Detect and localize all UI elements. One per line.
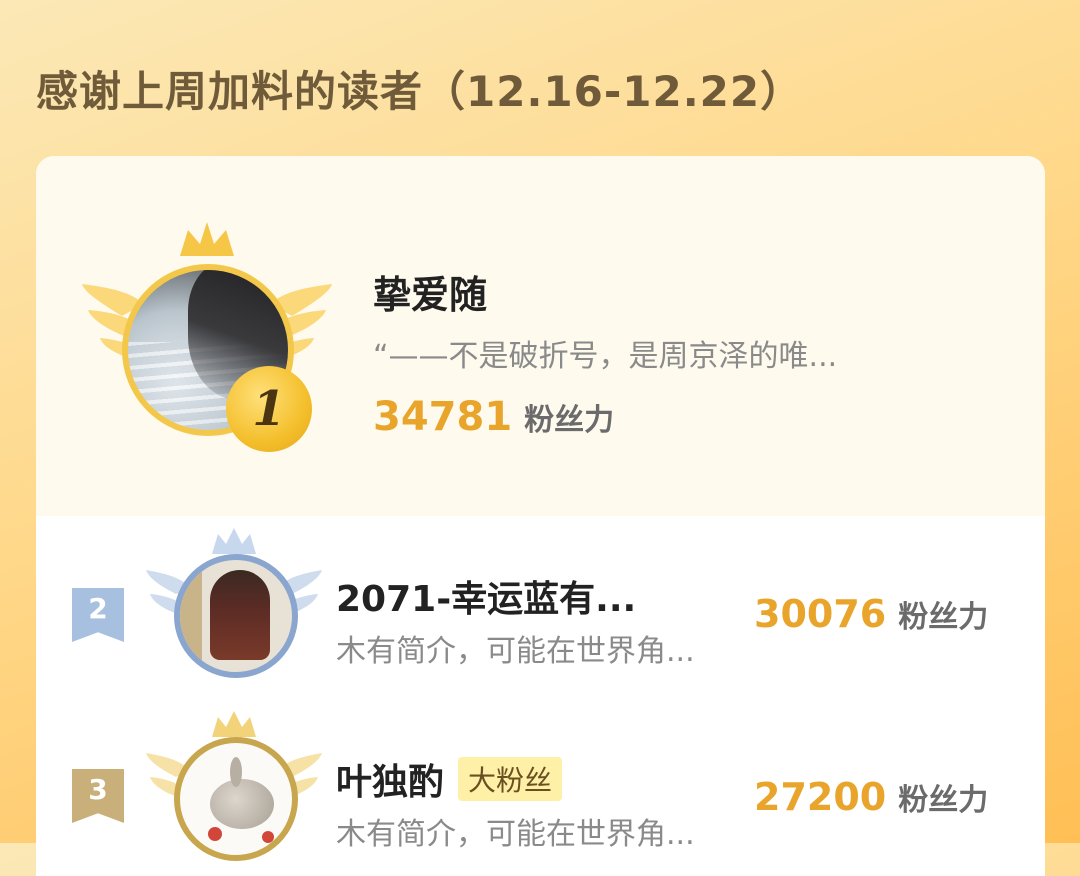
fan-power-unit: 粉丝力: [524, 403, 615, 438]
fan-power-value: 34781: [373, 394, 513, 440]
reader-name[interactable]: 2071-幸运蓝有...: [336, 570, 636, 622]
reader-bio: “——不是破折号，是周京泽的唯...: [373, 339, 838, 374]
leaderboard-item-rank-3[interactable]: 3 叶独酌 大粉丝 木有简介，可能在世界角... 27200 粉丝力: [36, 711, 1045, 876]
rank-3-flag: 3: [72, 769, 124, 823]
avatar-photo-strawberry: [262, 831, 274, 843]
fan-power-unit: 粉丝力: [898, 783, 989, 818]
fan-power-unit: 粉丝力: [898, 600, 989, 635]
avatar-photo-rabbit: [210, 779, 274, 829]
reader-name-line: 叶独酌 大粉丝: [336, 753, 563, 805]
reader-bio: 木有简介，可能在世界角...: [336, 634, 695, 669]
avatar-photo-ear: [230, 757, 242, 787]
fan-power-score: 27200 粉丝力: [754, 775, 988, 819]
reader-name-line: 2071-幸运蓝有...: [336, 570, 636, 622]
page-title: 感谢上周加料的读者（12.16-12.22）: [36, 67, 804, 116]
avatar-photo-frame: [180, 560, 202, 672]
big-fan-badge: 大粉丝: [458, 757, 563, 801]
reader-name[interactable]: 挚爱随: [373, 264, 487, 319]
avatar-photo-figure: [210, 570, 270, 660]
avatar-photo-strawberry: [208, 827, 222, 841]
rank-2-flag: 2: [72, 588, 124, 642]
fan-power-score: 30076 粉丝力: [754, 592, 988, 636]
reader-bio: 木有简介，可能在世界角...: [336, 817, 695, 852]
avatar[interactable]: [174, 737, 298, 861]
leaderboard-item-rank-2[interactable]: 2 2071-幸运蓝有... 木有简介，可能在世界角... 30076 粉丝力: [36, 528, 1045, 698]
reader-name[interactable]: 叶独酌: [336, 753, 444, 805]
leaderboard-item-rank-1[interactable]: 1 挚爱随 “——不是破折号，是周京泽的唯... 34781 粉丝力: [36, 156, 1045, 516]
avatar[interactable]: [174, 554, 298, 678]
fan-power-value: 30076: [754, 592, 887, 636]
leaderboard-card: 1 挚爱随 “——不是破折号，是周京泽的唯... 34781 粉丝力 2 207…: [36, 156, 1045, 876]
fan-power-value: 27200: [754, 775, 887, 819]
fan-power-score: 34781 粉丝力: [373, 394, 614, 440]
rank-1-badge: 1: [226, 366, 312, 452]
